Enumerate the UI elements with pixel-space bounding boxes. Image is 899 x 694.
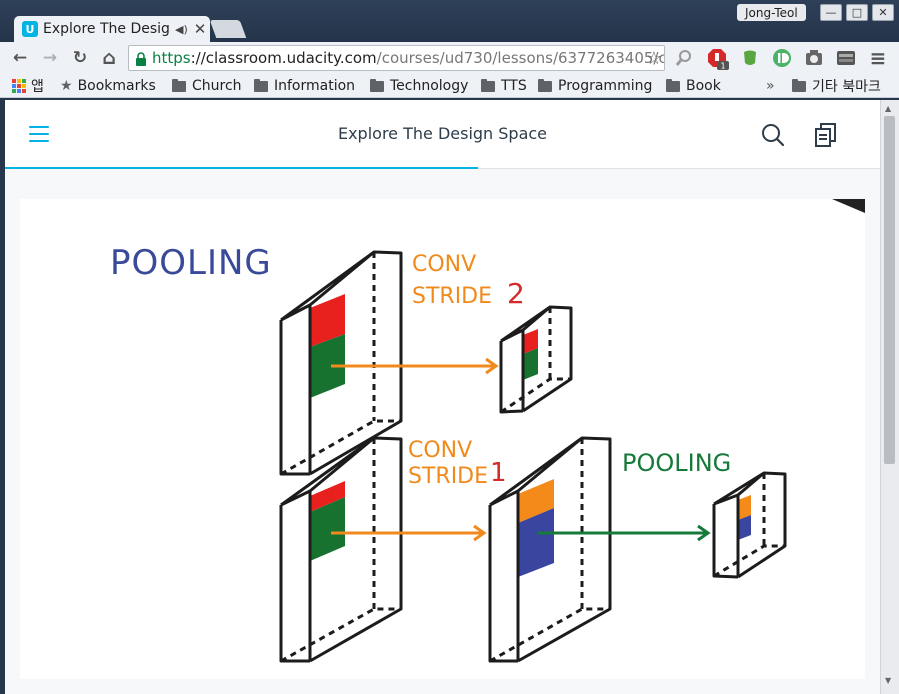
url-text: https://classroom.udacity.com/courses/ud…	[152, 49, 665, 67]
notes-icon[interactable]	[813, 122, 839, 148]
apps-shortcut[interactable]: 앱	[12, 77, 44, 95]
top-stride-number: 2	[507, 277, 525, 310]
folder-icon	[370, 78, 384, 92]
maximize-button[interactable]: □	[846, 4, 868, 21]
home-button[interactable]: ⌂	[97, 46, 121, 70]
folder-icon	[538, 78, 552, 92]
svg-text:1: 1	[720, 62, 725, 71]
folder-icon	[481, 78, 495, 92]
bookmark-programming[interactable]: Programming	[538, 77, 652, 95]
lesson-image-card: POOLING CONV STRIDE 2 CONV STRIDE 1 POOL…	[20, 199, 865, 679]
output-volume-stride2	[499, 305, 573, 414]
scroll-up-icon[interactable]: ▲	[885, 104, 891, 113]
bookmark-book[interactable]: Book	[666, 77, 721, 95]
pooling-diagram: POOLING CONV STRIDE 2 CONV STRIDE 1 POOL…	[110, 199, 865, 663]
search-extension-icon[interactable]	[674, 48, 694, 68]
bookmark-information[interactable]: Information	[254, 77, 355, 95]
bookmark-technology[interactable]: Technology	[370, 77, 468, 95]
bookmark-label: Book	[686, 78, 721, 94]
pooling-label: POOLING	[622, 449, 731, 477]
diagram-title: POOLING	[110, 243, 272, 283]
evernote-extension-icon[interactable]	[740, 48, 760, 68]
folder-icon	[254, 78, 268, 92]
bookmark-label: Technology	[390, 78, 469, 94]
bookmark-bookmarks[interactable]: ★ Bookmarks	[60, 77, 156, 95]
apps-grid-icon	[12, 79, 26, 93]
new-tab-button[interactable]	[209, 20, 247, 38]
back-button[interactable]: ←	[8, 46, 32, 70]
address-bar[interactable]: https://classroom.udacity.com/courses/ud…	[128, 45, 665, 71]
folder-icon	[666, 78, 680, 92]
adblock-extension-icon[interactable]: 1	[707, 48, 729, 71]
audio-playing-icon[interactable]: ◀)	[175, 23, 188, 36]
bookmark-label: Bookmarks	[77, 78, 156, 94]
tab-strip: U Explore The Design Space ◀) ✕ Jong-Teo…	[0, 0, 899, 42]
bookmark-church[interactable]: Church	[172, 77, 242, 95]
profile-button[interactable]: Jong-Teol	[737, 4, 806, 21]
folder-icon	[172, 78, 186, 92]
tab-active[interactable]: U Explore The Design Space ◀) ✕	[14, 16, 210, 42]
top-stride-label: STRIDE	[412, 284, 492, 309]
top-conv-label: CONV	[412, 252, 476, 277]
bookmark-label: Church	[192, 78, 242, 94]
pooled-output-volume	[712, 471, 787, 579]
scroll-down-icon[interactable]: ▼	[885, 676, 891, 685]
screenshot-extension-icon[interactable]	[804, 48, 824, 68]
arrow-pooling	[538, 524, 711, 542]
pushbullet-extension-icon[interactable]	[772, 48, 792, 68]
image-corner-shadow	[832, 199, 865, 213]
bookmark-star-icon[interactable]: ☆	[646, 48, 662, 69]
browser-window: U Explore The Design Space ◀) ✕ Jong-Teo…	[0, 0, 899, 694]
star-icon: ★	[60, 78, 73, 94]
bookmark-label: 기타 북마크	[812, 79, 881, 95]
search-icon[interactable]	[760, 122, 786, 148]
browser-toolbar: ← → ↻ ⌂ https://classroom.udacity.com/co…	[0, 42, 899, 74]
reload-button[interactable]: ↻	[68, 46, 92, 70]
bookmark-label: Information	[274, 78, 356, 94]
bookmarks-overflow-button[interactable]: »	[766, 77, 775, 95]
close-window-button[interactable]: ✕	[872, 4, 894, 21]
bottom-stride-label: STRIDE	[408, 464, 488, 489]
lesson-header: Explore The Design Space	[5, 100, 880, 169]
page-scrollbar[interactable]: ▲ ▼	[880, 100, 899, 694]
scroll-thumb[interactable]	[884, 116, 895, 464]
udacity-favicon-icon: U	[22, 21, 38, 37]
other-bookmarks[interactable]: 기타 북마크	[792, 77, 881, 95]
page-viewport: Explore The Design Space POOLING CONV ST…	[5, 100, 880, 694]
apps-label: 앱	[31, 79, 44, 95]
lock-icon	[135, 51, 147, 66]
hello-extension-icon[interactable]	[836, 48, 856, 68]
folder-icon	[792, 78, 806, 92]
bookmark-label: TTS	[501, 78, 527, 94]
lesson-progress-bar	[5, 167, 478, 169]
arrow-top	[331, 357, 499, 375]
tab-close-icon[interactable]: ✕	[194, 20, 207, 38]
output-volume-stride1	[488, 436, 612, 663]
minimize-button[interactable]: —	[820, 4, 842, 21]
forward-button[interactable]: →	[38, 46, 62, 70]
bookmarks-bar: 앱 ★ Bookmarks Church Information Technol…	[0, 74, 899, 98]
page-title: Explore The Design Space	[337, 124, 548, 143]
bottom-conv-label: CONV	[408, 438, 472, 463]
bookmark-tts[interactable]: TTS	[481, 77, 527, 95]
tab-title: Explore The Design Space	[43, 21, 171, 37]
arrow-bottom-left	[331, 524, 487, 542]
bookmark-label: Programming	[558, 78, 653, 94]
chrome-menu-icon[interactable]: ≡	[866, 46, 890, 70]
bottom-stride-number: 1	[490, 458, 507, 488]
